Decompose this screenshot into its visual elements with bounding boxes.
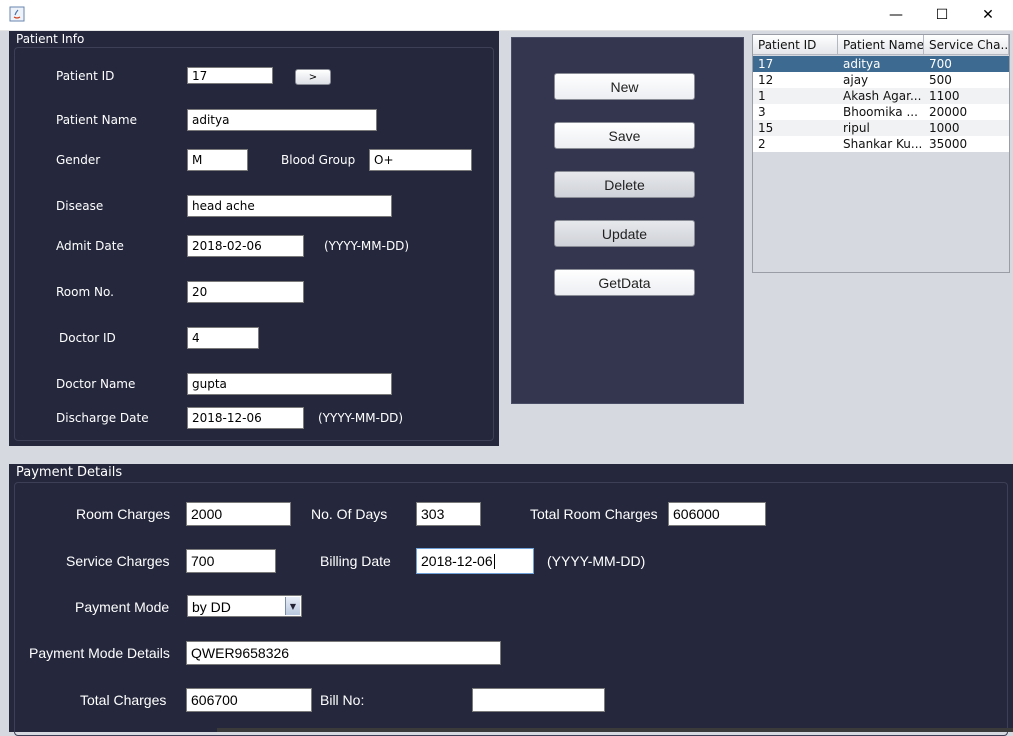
- cell-service-charges: 35000: [929, 137, 968, 151]
- cell-patient-name: Shankar Ku...: [843, 137, 923, 151]
- billing-date-label: Billing Date: [320, 553, 391, 569]
- cell-service-charges: 1100: [929, 89, 960, 103]
- table-row[interactable]: 1 Akash Agar... 1100: [753, 88, 1009, 104]
- maximize-button[interactable]: ☐: [919, 0, 965, 30]
- bill-no-field[interactable]: [472, 688, 605, 712]
- cell-service-charges: 500: [929, 73, 952, 87]
- cell-patient-name: ripul: [843, 121, 870, 135]
- room-no-label: Room No.: [56, 285, 114, 299]
- new-button[interactable]: New: [554, 73, 695, 100]
- window-title-bar: — ☐ ✕: [0, 0, 1013, 31]
- service-charges-field[interactable]: 700: [186, 549, 276, 573]
- bottom-edge-strip: [217, 728, 1013, 732]
- column-header-patient-name[interactable]: Patient Name: [838, 35, 924, 55]
- cell-patient-id: 3: [758, 105, 766, 119]
- close-icon: ✕: [982, 7, 994, 23]
- payment-mode-details-field[interactable]: QWER9658326: [186, 641, 501, 665]
- update-button[interactable]: Update: [554, 220, 695, 247]
- cell-patient-name: Bhoomika ...: [843, 105, 918, 119]
- disease-label: Disease: [56, 199, 104, 213]
- column-header-service-charges[interactable]: Service Cha...: [924, 35, 1009, 55]
- disease-field[interactable]: head ache: [187, 195, 392, 217]
- blood-group-field[interactable]: O+: [369, 149, 472, 171]
- discharge-date-field[interactable]: 2018-12-06: [187, 407, 304, 429]
- total-room-charges-field[interactable]: 606000: [668, 502, 766, 526]
- total-room-charges-label: Total Room Charges: [530, 506, 658, 522]
- cell-service-charges: 20000: [929, 105, 968, 119]
- gender-field[interactable]: M: [187, 149, 248, 171]
- bill-no-label: Bill No:: [320, 692, 365, 708]
- no-of-days-field[interactable]: 303: [416, 502, 481, 526]
- total-charges-label: Total Charges: [80, 692, 167, 708]
- delete-button[interactable]: Delete: [554, 171, 695, 198]
- cell-patient-id: 17: [758, 57, 774, 71]
- cell-patient-id: 2: [758, 137, 766, 151]
- text-caret: [493, 553, 495, 569]
- cell-patient-id: 1: [758, 89, 766, 103]
- doctor-name-field[interactable]: gupta: [187, 373, 392, 395]
- minimize-button[interactable]: —: [873, 0, 919, 30]
- room-no-field[interactable]: 20: [187, 281, 304, 303]
- billing-date-hint: (YYYY-MM-DD): [547, 553, 646, 569]
- admit-date-field[interactable]: 2018-02-06: [187, 235, 304, 257]
- payment-mode-value: by DD: [192, 599, 231, 615]
- getdata-button[interactable]: GetData: [554, 269, 695, 296]
- payment-mode-select[interactable]: by DD ▼: [187, 595, 302, 617]
- discharge-date-label: Discharge Date: [56, 411, 149, 425]
- java-app-icon: [9, 6, 25, 22]
- cell-patient-name: ajay: [843, 73, 869, 87]
- patient-name-field[interactable]: aditya: [187, 109, 377, 131]
- room-charges-label: Room Charges: [76, 506, 171, 522]
- save-button[interactable]: Save: [554, 122, 695, 149]
- chevron-down-icon[interactable]: ▼: [285, 597, 300, 615]
- room-charges-field[interactable]: 2000: [186, 502, 291, 526]
- maximize-icon: ☐: [935, 7, 949, 23]
- cell-patient-id: 15: [758, 121, 774, 135]
- patient-name-label: Patient Name: [56, 113, 137, 127]
- table-row[interactable]: 15 ripul 1000: [753, 120, 1009, 136]
- billing-date-value: 2018-12-06: [421, 553, 493, 569]
- admit-date-hint: (YYYY-MM-DD): [324, 239, 410, 253]
- payment-details-title: Payment Details: [16, 465, 123, 480]
- cell-service-charges: 1000: [929, 121, 960, 135]
- table-row[interactable]: 17 aditya 700: [753, 56, 1009, 72]
- cell-patient-name: aditya: [843, 57, 881, 71]
- cell-service-charges: 700: [929, 57, 952, 71]
- admit-date-label: Admit Date: [56, 239, 124, 253]
- table-row[interactable]: 12 ajay 500: [753, 72, 1009, 88]
- payment-mode-details-label: Payment Mode Details: [29, 645, 170, 661]
- minimize-icon: —: [889, 7, 903, 23]
- patients-table[interactable]: Patient ID Patient Name Service Cha... 1…: [752, 34, 1010, 273]
- doctor-id-label: Doctor ID: [59, 331, 116, 345]
- patient-id-field[interactable]: 17: [187, 67, 273, 84]
- patient-id-label: Patient ID: [56, 69, 115, 83]
- column-header-patient-id[interactable]: Patient ID: [753, 35, 838, 55]
- gender-label: Gender: [56, 153, 101, 167]
- service-charges-label: Service Charges: [66, 553, 170, 569]
- close-button[interactable]: ✕: [965, 0, 1011, 30]
- payment-mode-label: Payment Mode: [75, 599, 170, 615]
- lookup-button[interactable]: >: [295, 69, 331, 85]
- blood-group-label: Blood Group: [281, 153, 356, 167]
- discharge-date-hint: (YYYY-MM-DD): [318, 411, 404, 425]
- cell-patient-id: 12: [758, 73, 774, 87]
- doctor-name-label: Doctor Name: [56, 377, 136, 391]
- table-row[interactable]: 2 Shankar Ku... 35000: [753, 136, 1009, 152]
- table-row[interactable]: 3 Bhoomika ... 20000: [753, 104, 1009, 120]
- cell-patient-name: Akash Agar...: [843, 89, 922, 103]
- doctor-id-field[interactable]: 4: [187, 327, 259, 349]
- billing-date-field[interactable]: 2018-12-06: [416, 548, 534, 574]
- total-charges-field[interactable]: 606700: [186, 688, 312, 712]
- no-of-days-label: No. Of Days: [311, 506, 388, 522]
- patient-info-title: Patient Info: [16, 32, 85, 46]
